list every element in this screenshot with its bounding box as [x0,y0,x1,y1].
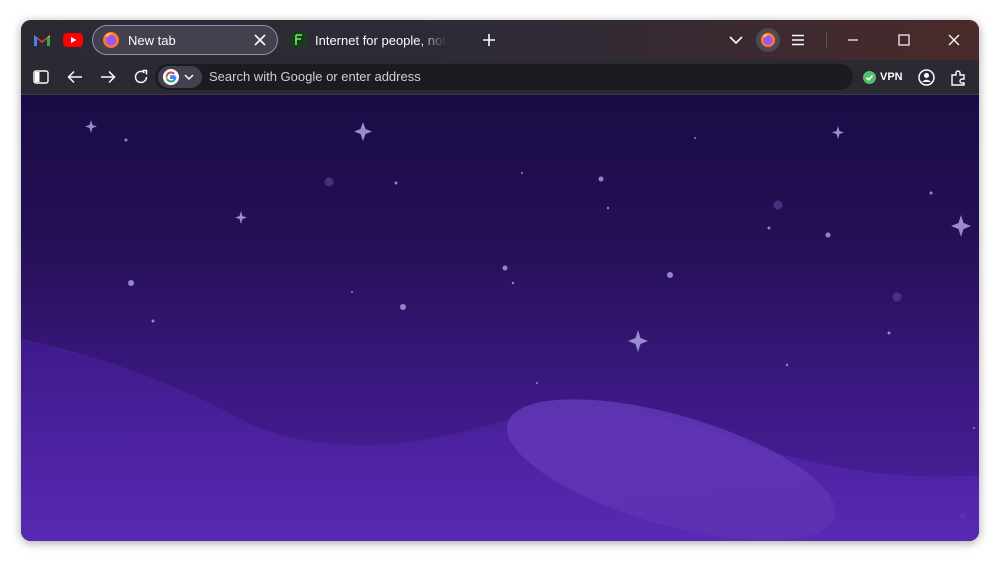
back-button[interactable] [65,67,85,87]
tab-bar: New tab Internet for people, not profit [21,20,979,60]
tab-title: New tab [128,32,176,48]
youtube-icon [63,33,83,47]
minimize-button[interactable] [841,26,865,54]
arrow-right-icon [101,70,116,84]
sidebar-toggle-button[interactable] [31,67,51,87]
check-circle-icon [863,70,876,84]
arrow-left-icon [67,70,82,84]
puzzle-icon [951,69,965,86]
address-input-placeholder[interactable]: Search with Google or enter address [209,64,421,90]
firefox-account-icon [760,32,776,48]
account-button[interactable] [756,28,780,52]
pinned-tab-youtube[interactable] [61,28,85,52]
close-icon [254,34,266,46]
list-all-tabs-button[interactable] [726,30,746,50]
close-icon [948,34,960,46]
hamburger-menu-icon [792,34,804,46]
pinned-tab-gmail[interactable] [30,28,54,52]
account-profile-button[interactable] [916,67,936,87]
app-menu-button[interactable] [788,30,808,50]
chevron-down-icon [184,74,194,81]
tab-mozilla[interactable]: Internet for people, not profit [284,25,469,55]
reload-button[interactable] [131,67,151,87]
forward-button[interactable] [98,67,118,87]
reload-icon [134,69,148,84]
close-window-button[interactable] [942,26,966,54]
starry-wallpaper [21,120,979,541]
new-tab-button[interactable] [479,30,499,50]
vpn-button[interactable]: VPN [863,69,903,85]
sidebar-icon [33,70,49,84]
tab-new-tab[interactable]: New tab [92,25,278,55]
search-engine-selector[interactable] [158,66,202,88]
gmail-icon [34,35,50,46]
account-icon [917,68,935,86]
tab-title: Internet for people, not profit [315,32,447,48]
mozilla-icon [291,32,307,48]
plus-icon [483,34,495,46]
firefox-icon [103,32,119,48]
toolbar-divider [826,32,827,48]
chevron-down-icon [729,36,743,45]
maximize-button[interactable] [892,26,916,54]
maximize-icon [898,34,910,46]
new-tab-page [21,95,979,541]
address-bar[interactable]: Search with Google or enter address [155,64,853,90]
minimize-icon [848,39,858,41]
google-icon [163,69,179,85]
navigation-toolbar: Search with Google or enter address VPN [21,60,979,95]
vpn-label: VPN [880,71,903,83]
close-tab-button[interactable] [251,31,269,49]
extensions-button[interactable] [948,67,968,87]
browser-window: New tab Internet for people, not profit [21,20,979,541]
